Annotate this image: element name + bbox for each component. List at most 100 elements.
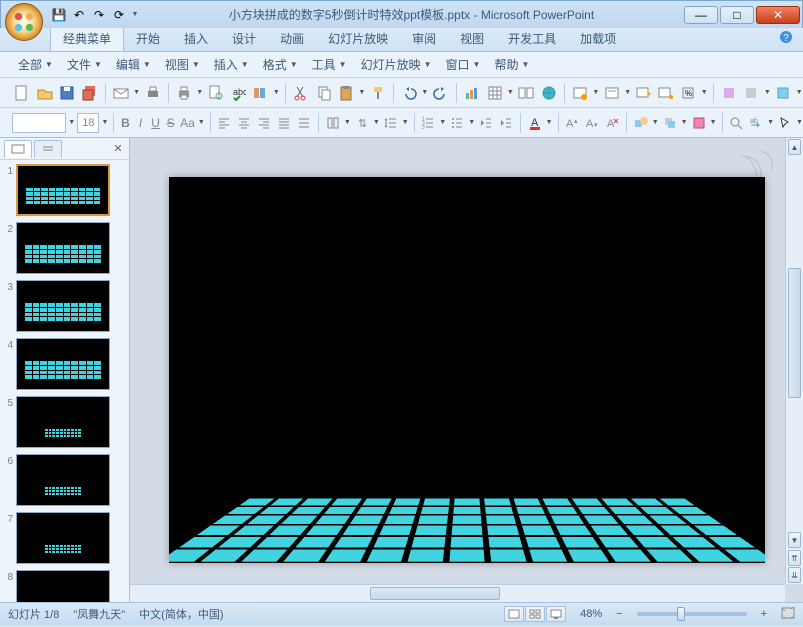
mail-dropdown[interactable]: ▼: [133, 82, 140, 104]
menu-file[interactable]: 文件▼: [61, 53, 108, 76]
refresh-icon[interactable]: ⟳: [111, 7, 127, 23]
color-scheme-icon[interactable]: [719, 82, 739, 104]
copy-icon[interactable]: [313, 82, 333, 104]
tab-home[interactable]: 开始: [124, 26, 172, 51]
zoom-in-icon[interactable]: +: [761, 608, 767, 620]
slide-thumbnail[interactable]: [16, 512, 110, 564]
research-icon[interactable]: [250, 82, 270, 104]
research-dropdown[interactable]: ▼: [273, 82, 280, 104]
slide-thumbnail[interactable]: [16, 454, 110, 506]
options-icon[interactable]: [773, 82, 793, 104]
run-current-icon[interactable]: [656, 82, 676, 104]
chart-icon[interactable]: [462, 82, 482, 104]
sorter-view-icon[interactable]: [525, 606, 545, 622]
align-left-icon[interactable]: [215, 112, 233, 134]
slide-thumbnail[interactable]: [16, 570, 110, 602]
arrange-icon[interactable]: [661, 112, 679, 134]
slide-thumbnail[interactable]: [16, 164, 110, 216]
fontsize-dropdown[interactable]: ▼: [101, 112, 108, 134]
zoom-level[interactable]: 48%: [580, 608, 602, 620]
grayscale-icon[interactable]: [741, 82, 761, 104]
zoom-out-icon[interactable]: −: [616, 608, 622, 620]
normal-view-icon[interactable]: [504, 606, 524, 622]
hyperlink-icon[interactable]: [538, 82, 558, 104]
paste-dropdown[interactable]: ▼: [358, 82, 365, 104]
align-justify-icon[interactable]: [275, 112, 293, 134]
status-language[interactable]: 中文(简体，中国): [139, 606, 223, 622]
slides-tab[interactable]: [4, 140, 32, 158]
preview-icon[interactable]: [205, 82, 225, 104]
shapes-icon[interactable]: [632, 112, 650, 134]
find-icon[interactable]: [727, 112, 745, 134]
slide-thumbnail[interactable]: [16, 280, 110, 332]
tab-animation[interactable]: 动画: [268, 26, 316, 51]
scroll-up-icon[interactable]: ▲: [788, 139, 801, 155]
select-icon[interactable]: [776, 112, 794, 134]
outline-tab[interactable]: [34, 140, 62, 158]
redo-icon[interactable]: [431, 82, 451, 104]
columns-icon[interactable]: [324, 112, 342, 134]
bullets-icon[interactable]: [448, 112, 466, 134]
zoom-slider[interactable]: [637, 612, 747, 616]
menu-tools[interactable]: 工具▼: [306, 53, 353, 76]
align-right-icon[interactable]: [255, 112, 273, 134]
undo-icon[interactable]: ↶: [71, 7, 87, 23]
bullets-dropdown[interactable]: ▼: [468, 112, 475, 134]
minimize-button[interactable]: —: [684, 6, 718, 24]
spell-icon[interactable]: abc: [228, 82, 248, 104]
clear-format-icon[interactable]: A: [603, 112, 621, 134]
select-dropdown[interactable]: ▼: [796, 112, 803, 134]
bold-button[interactable]: B: [119, 112, 132, 134]
distribute-icon[interactable]: [295, 112, 313, 134]
vscroll-thumb[interactable]: [788, 268, 801, 398]
close-button[interactable]: ✕: [756, 6, 800, 24]
maximize-button[interactable]: □: [720, 6, 754, 24]
increase-font-icon[interactable]: A▴: [563, 112, 581, 134]
table-icon[interactable]: [484, 82, 504, 104]
textdir-dropdown[interactable]: ▼: [373, 112, 380, 134]
numbering-dropdown[interactable]: ▼: [439, 112, 446, 134]
newslide-icon[interactable]: [570, 82, 590, 104]
horizontal-scrollbar[interactable]: [130, 584, 785, 602]
new-icon[interactable]: [12, 82, 32, 104]
italic-button[interactable]: I: [134, 112, 147, 134]
table-dropdown[interactable]: ▼: [507, 82, 514, 104]
vertical-scrollbar[interactable]: ▲ ▼ ⇈ ⇊: [785, 138, 803, 584]
thumb-row[interactable]: 7: [4, 512, 125, 564]
slide-canvas[interactable]: [169, 177, 765, 563]
font-size-combo[interactable]: 18: [77, 113, 99, 133]
outdent-icon[interactable]: [477, 112, 495, 134]
tab-classic-menu[interactable]: 经典菜单: [50, 25, 124, 51]
tab-addins[interactable]: 加载项: [568, 26, 628, 51]
print-dropdown[interactable]: ▼: [196, 82, 203, 104]
menu-all[interactable]: 全部▼: [12, 53, 59, 76]
fontname-dropdown[interactable]: ▼: [68, 112, 75, 134]
formatpainter-icon[interactable]: [367, 82, 387, 104]
quickprint-icon[interactable]: [142, 82, 162, 104]
numbering-icon[interactable]: 123: [419, 112, 437, 134]
hscroll-thumb[interactable]: [370, 587, 500, 600]
linespacing-dropdown[interactable]: ▼: [402, 112, 409, 134]
align-center-icon[interactable]: [235, 112, 253, 134]
arrange-dropdown[interactable]: ▼: [681, 112, 688, 134]
qat-dropdown[interactable]: ▼: [131, 4, 139, 26]
menu-view[interactable]: 视图▼: [159, 53, 206, 76]
columns-dropdown[interactable]: ▼: [344, 112, 351, 134]
decrease-font-icon[interactable]: A▾: [583, 112, 601, 134]
thumb-row[interactable]: 6: [4, 454, 125, 506]
save-icon[interactable]: [57, 82, 77, 104]
options-dropdown[interactable]: ▼: [795, 82, 802, 104]
thumb-row[interactable]: 2: [4, 222, 125, 274]
undo-icon[interactable]: [399, 82, 419, 104]
tab-slideshow[interactable]: 幻灯片放映: [316, 26, 400, 51]
fontcolor-icon[interactable]: A: [526, 112, 544, 134]
changecase-button[interactable]: Aa: [179, 112, 196, 134]
slide-thumbnail[interactable]: [16, 338, 110, 390]
underline-button[interactable]: U: [149, 112, 162, 134]
slide-thumbnail[interactable]: [16, 396, 110, 448]
menu-slideshow[interactable]: 幻灯片放映▼: [355, 53, 438, 76]
quickstyle-dropdown[interactable]: ▼: [710, 112, 717, 134]
indent-icon[interactable]: [497, 112, 515, 134]
linespacing-icon[interactable]: [382, 112, 400, 134]
text-direction-icon[interactable]: ⇅: [353, 112, 371, 134]
